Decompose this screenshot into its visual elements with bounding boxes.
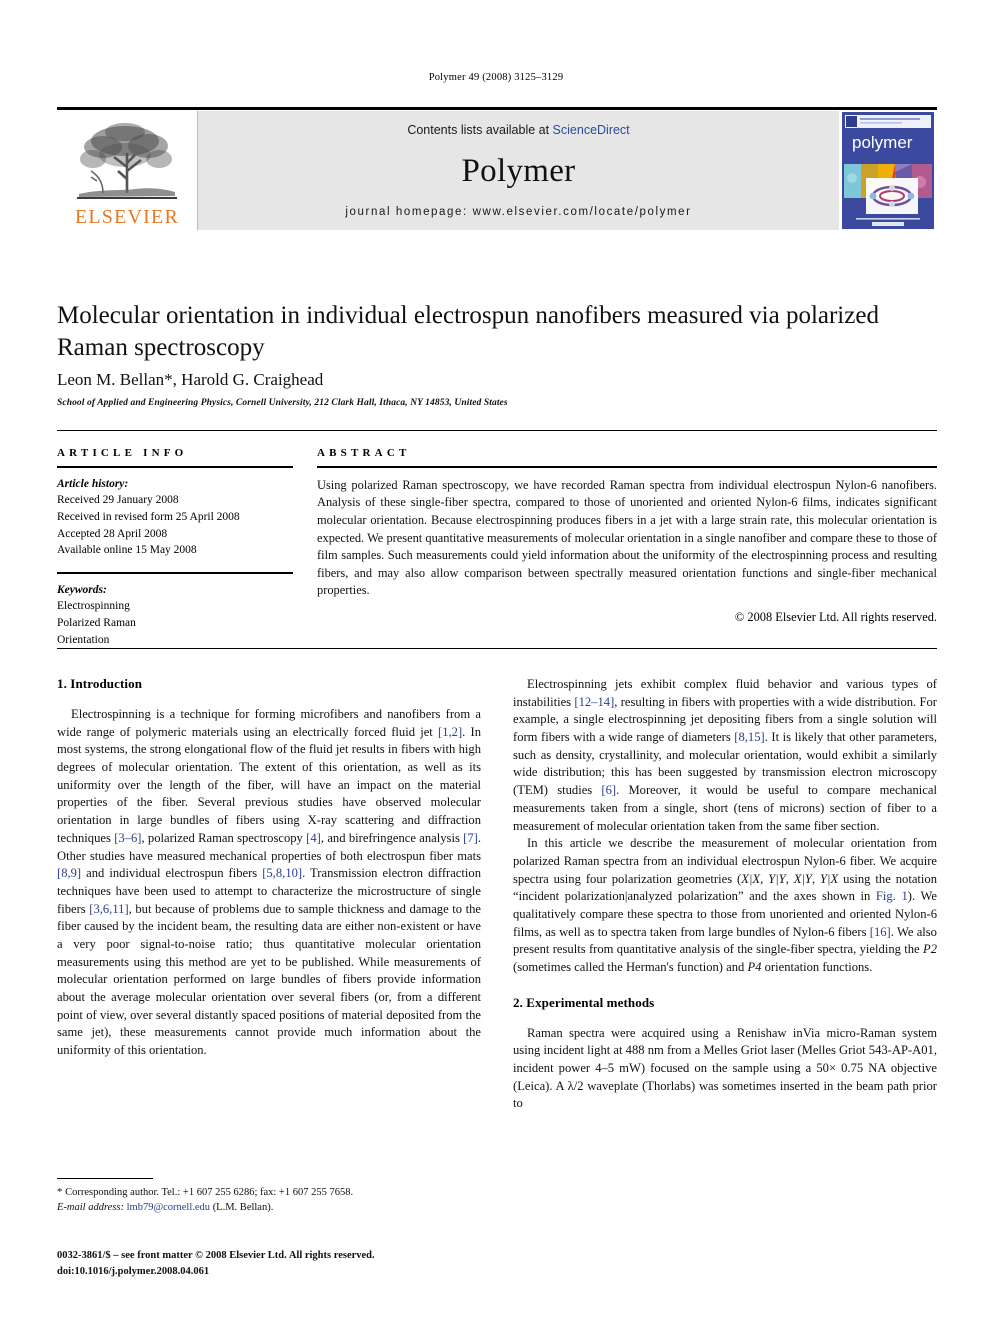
abstract-text: Using polarized Raman spectroscopy, we h… [317,477,937,598]
orientation-function-p2: P2 [923,942,937,957]
journal-cover-block: polymer [839,111,937,230]
keywords-block: Keywords: Electrospinning Polarized Rama… [57,582,293,649]
body-columns: 1. Introduction Electrospinning is a tec… [57,676,937,1113]
history-item: Available online 15 May 2008 [57,544,197,557]
methods-paragraph-1: Raman spectra were acquired using a Reni… [513,1025,937,1111]
intro-paragraph-2: Electrospinning jets exhibit complex flu… [513,676,937,835]
polarization-geometry: X|Y [793,871,812,886]
email-owner: (L.M. Bellan). [212,1202,274,1214]
masthead-top-rule [57,107,937,110]
band-bottom-rule [57,648,937,650]
keyword-item: Orientation [57,633,110,646]
keywords-heading: Keywords: [57,583,107,596]
text-run: and individual electrospun fibers [81,866,263,881]
abstract-copyright: © 2008 Elsevier Ltd. All rights reserved… [734,610,937,625]
history-item: Received in revised form 25 April 2008 [57,511,240,524]
footnote-rule [57,1178,153,1180]
keyword-item: Electrospinning [57,600,130,613]
citation-ref[interactable]: [3–6] [114,831,141,845]
journal-homepage-line[interactable]: journal homepage: www.elsevier.com/locat… [198,206,839,218]
keywords-rule [57,572,293,574]
journal-title: Polymer [461,153,576,189]
text-run: . In most systems, the strong elongation… [57,724,481,845]
polarization-geometry: X|X [741,871,761,886]
email-note: E-mail address: lmb79@cornell.edu (L.M. … [57,1201,481,1216]
text-run: , and birefringence analysis [320,830,464,845]
intro-paragraph-1: Electrospinning is a technique for formi… [57,706,481,1060]
polarization-geometry: Y|X [820,871,839,886]
contents-prefix: Contents lists available at [407,123,553,137]
citation-ref[interactable]: [6] [601,783,616,797]
citation-ref[interactable]: [5,8,10] [262,866,302,880]
citation-ref[interactable]: [16] [870,925,891,939]
info-abstract-band: ARTICLE INFO Article history: Received 2… [57,430,937,648]
orientation-function-p4: P4 [747,960,762,974]
text-run: Electrospinning is a technique for formi… [57,707,481,739]
abstract-column: ABSTRACT Using polarized Raman spectrosc… [317,447,937,648]
citation-ref[interactable]: [7] [463,831,478,845]
article-history-block: Article history: Received 29 January 200… [57,476,293,559]
article-title: Molecular orientation in individual elec… [57,302,879,361]
doi-line: doi:10.1016/j.polymer.2008.04.061 [57,1265,210,1277]
citation-ref[interactable]: [8,9] [57,866,81,880]
citation-ref[interactable]: [8,15] [734,730,764,744]
elsevier-wordmark: ELSEVIER [74,206,180,228]
citation-ref[interactable]: [3,6,11] [89,902,128,916]
body-column-left: 1. Introduction Electrospinning is a tec… [57,676,481,1113]
intro-paragraph-3: In this article we describe the measurem… [513,835,937,977]
abstract-label: ABSTRACT [317,447,411,460]
article-history-heading: Article history: [57,477,129,490]
elsevier-tree-icon [77,123,177,199]
paper-page: Polymer 49 (2008) 3125–3129 ELSEVIER Con… [0,0,992,1323]
text-run: , [811,871,821,886]
author-affiliation: School of Applied and Engineering Physic… [57,398,508,408]
history-item: Accepted 28 April 2008 [57,527,168,540]
corresponding-author-note: * Corresponding author. Tel.: +1 607 255… [57,1185,481,1201]
page-footer: 0032-3861/$ – see front matter © 2008 El… [57,1248,657,1280]
history-item: Received 29 January 2008 [57,494,179,507]
article-authors: Leon M. Bellan*, Harold G. Craighead [57,370,324,389]
keyword-item: Polarized Raman [57,617,136,630]
citation-ref[interactable]: [1,2] [438,725,462,739]
issn-copyright-line: 0032-3861/$ – see front matter © 2008 El… [57,1250,375,1261]
text-run: orientation functions. [761,960,873,974]
section-heading-experimental-methods: 2. Experimental methods [513,994,655,1010]
svg-text:polymer: polymer [852,133,913,152]
email-label: E-mail address: [57,1202,124,1214]
polarization-geometry: Y|Y [768,871,786,886]
text-run: Corresponding author. Tel.: +1 607 255 6… [62,1187,354,1199]
text-run: , but because of problems due to sample … [57,901,481,1058]
sciencedirect-link[interactable]: ScienceDirect [553,123,630,137]
band-top-rule [57,430,937,432]
article-info-rule [57,466,293,468]
journal-cover-thumbnail: polymer [842,112,934,229]
running-head: Polymer 49 (2008) 3125–3129 [428,72,564,83]
contents-available-line: Contents lists available at ScienceDirec… [407,123,629,137]
text-run: , [760,871,769,886]
journal-masthead: ELSEVIER Contents lists available at Sci… [57,107,937,230]
article-info-label: ARTICLE INFO [57,447,188,460]
masthead-center: Contents lists available at ScienceDirec… [197,111,839,230]
text-run: (sometimes called the Herman's function)… [513,960,748,974]
article-info-column: ARTICLE INFO Article history: Received 2… [57,447,317,648]
body-column-right: Electrospinning jets exhibit complex flu… [513,676,937,1113]
text-run: , polarized Raman spectroscopy [141,830,307,845]
text-run: , [785,871,794,886]
citation-ref[interactable]: [4] [306,831,321,845]
section-heading-introduction: 1. Introduction [57,676,143,691]
abstract-rule [317,466,937,468]
email-link[interactable]: lmb79@cornell.edu [127,1202,210,1213]
footnote-block: * Corresponding author. Tel.: +1 607 255… [57,1178,481,1216]
figure-ref[interactable]: Fig. 1 [876,889,908,903]
citation-ref[interactable]: [12–14] [574,695,614,709]
elsevier-logo-block: ELSEVIER [57,111,197,230]
